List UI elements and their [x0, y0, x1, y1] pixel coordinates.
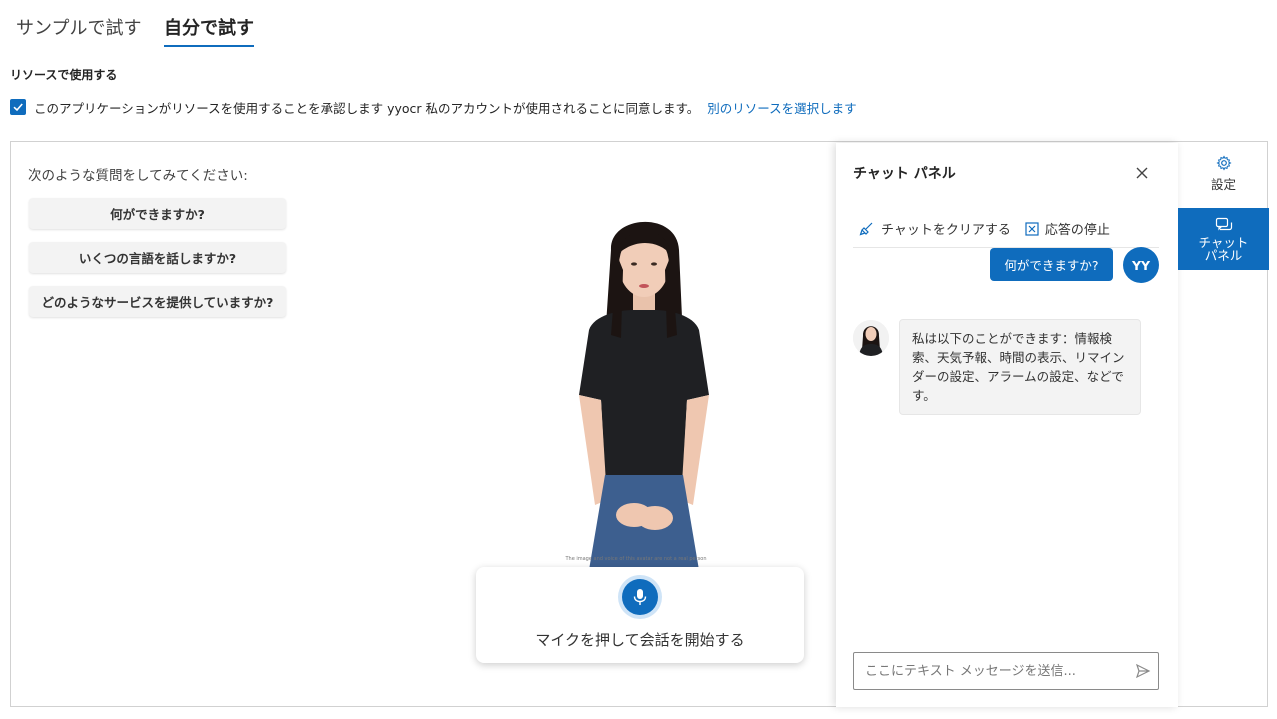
tab-try-yourself[interactable]: 自分で試す	[164, 14, 254, 40]
assistant-message: 私は以下のことができます：情報検索、天気予報、時間の表示、リマインダーの設定、ア…	[899, 319, 1141, 415]
clear-chat-label: チャットをクリアする	[881, 223, 1011, 238]
close-icon[interactable]	[1132, 163, 1152, 183]
send-icon	[1135, 663, 1151, 679]
stop-icon	[1025, 221, 1039, 236]
chat-panel-label-line1: チャット	[1198, 234, 1249, 250]
consent-row: このアプリケーションがリソースを使用することを承認します yyocr 私のアカウ…	[10, 97, 857, 117]
message-input-box	[853, 652, 1159, 690]
checkmark-icon	[13, 103, 23, 112]
settings-button[interactable]: 設定	[1178, 142, 1269, 206]
suggestion-heading: 次のような質問をしてみてください:	[28, 168, 248, 184]
tab-try-sample[interactable]: サンプルで試す	[16, 14, 141, 40]
avatar-image	[579, 221, 709, 570]
active-tab-indicator	[164, 45, 254, 47]
suggestion-button[interactable]: 何ができますか?	[29, 198, 286, 229]
suggestion-button[interactable]: どのようなサービスを提供していますか?	[29, 286, 286, 317]
user-message: 何ができますか?	[990, 248, 1113, 281]
suggestion-button[interactable]: いくつの言語を話しますか?	[29, 242, 286, 273]
message-input[interactable]	[863, 662, 1128, 680]
chat-actions: チャットをクリアする 応答の停止	[859, 219, 1110, 238]
settings-label: 設定	[1210, 177, 1236, 192]
microphone-hint: マイクを押して会話を開始する	[535, 631, 745, 649]
broom-icon	[859, 222, 873, 235]
stop-response-button[interactable]: 応答の停止	[1025, 219, 1110, 238]
chat-panel-toggle[interactable]: チャット パネル	[1178, 208, 1269, 270]
microphone-card: マイクを押して会話を開始する	[476, 567, 804, 663]
stop-response-label: 応答の停止	[1044, 223, 1110, 238]
user-avatar: YY	[1123, 247, 1159, 283]
avatar-stage: 次のような質問をしてみてください: 何ができますか? いくつの言語を話しますか?…	[10, 141, 1269, 707]
consent-checkbox[interactable]	[10, 99, 26, 115]
microphone-button[interactable]	[622, 579, 658, 615]
chat-icon	[1215, 217, 1232, 230]
chat-panel-label-line2: パネル	[1204, 247, 1243, 263]
select-other-resource-link[interactable]: 別のリソースを選択します	[707, 98, 856, 117]
send-button[interactable]	[1128, 656, 1158, 686]
gear-icon	[1215, 155, 1232, 171]
assistant-avatar	[853, 320, 889, 356]
clear-chat-button[interactable]: チャットをクリアする	[859, 219, 1011, 238]
consent-text: このアプリケーションがリソースを使用することを承認します yyocr 私のアカウ…	[34, 100, 700, 116]
avatar-disclaimer: The image and voice of this avatar are n…	[565, 556, 707, 562]
microphone-icon	[633, 589, 647, 605]
chat-panel-title: チャット パネル	[853, 166, 956, 182]
chat-panel: チャット パネル チャットをクリアする 応答の停止 何ができますか? YY 私は…	[836, 143, 1178, 707]
section-title: リソースで使用する	[10, 68, 118, 82]
